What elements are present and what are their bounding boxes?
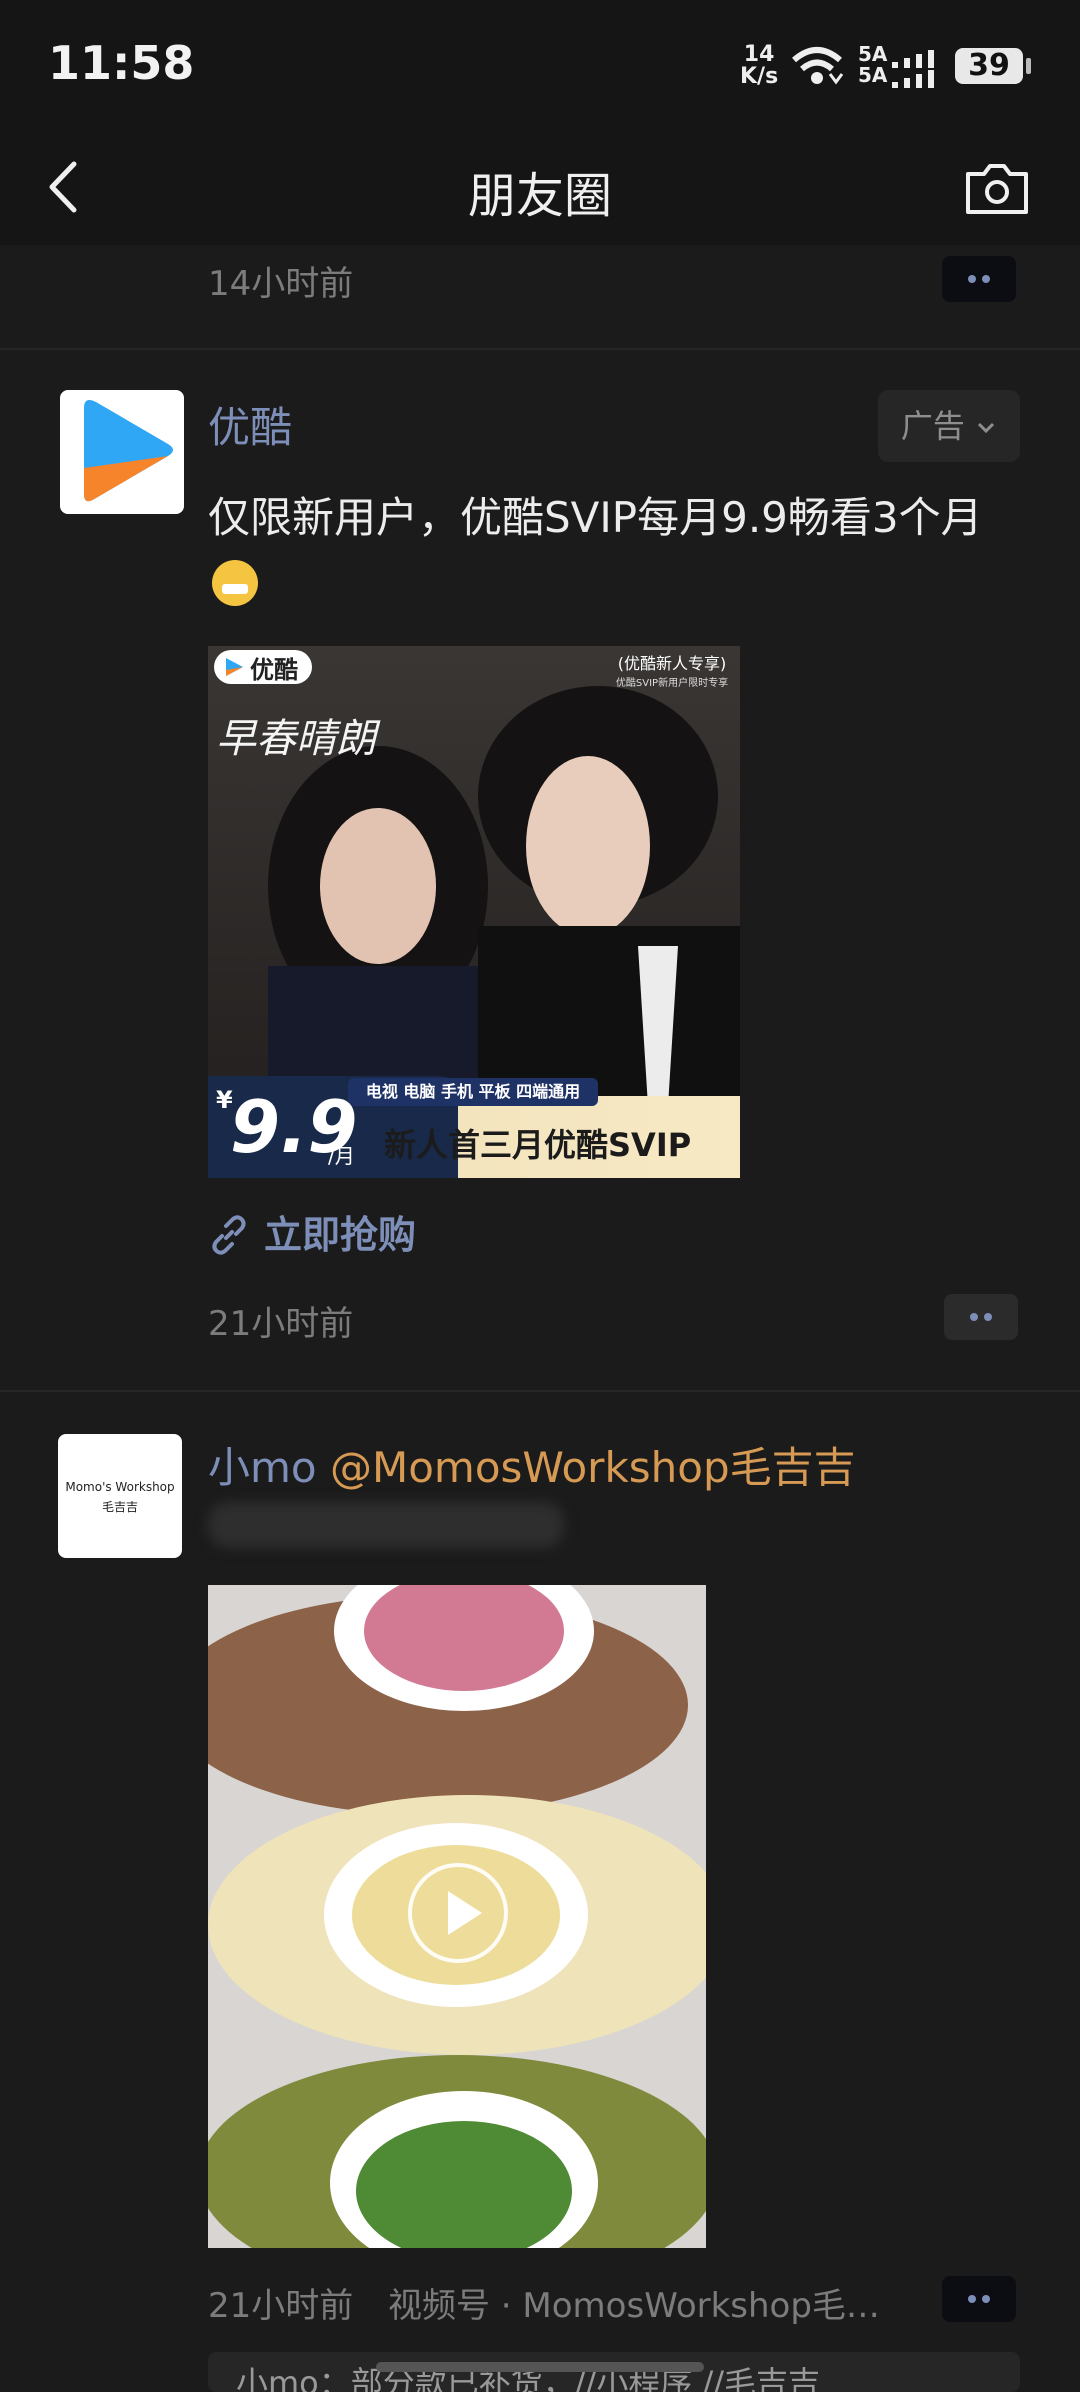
- ad-image-brand: 优酷: [250, 655, 298, 684]
- ad-image-offer: 新人首三月优酷SVIP: [384, 1126, 692, 1164]
- buy-now-label: 立即抢购: [264, 1213, 417, 1257]
- signal-label-1: 5A: [858, 42, 888, 66]
- post-divider: [0, 1390, 1080, 1392]
- ad-image-corner-sub: 优酷SVIP新用户限时专享: [615, 678, 729, 689]
- youku-small-logo-icon: [226, 658, 243, 676]
- video-post-mention[interactable]: @MomosWorkshop毛吉吉: [330, 1443, 856, 1492]
- play-icon[interactable]: [408, 1863, 508, 1963]
- nav-bar: 朋友圈: [0, 130, 1080, 245]
- ad-image-devices: 电视 电脑 手机 平板 四端通用: [365, 1082, 581, 1101]
- ad-image-corner: (优酷新人专享) 优酷SVIP新用户限时专享: [608, 650, 736, 689]
- ad-image-brand-chip: 优酷: [214, 650, 312, 684]
- status-time: 11:58: [48, 36, 195, 90]
- chevron-down-icon: [978, 422, 995, 434]
- ad-post-more-button[interactable]: [944, 1294, 1018, 1340]
- network-speed-value: 14: [743, 42, 775, 67]
- youku-logo-icon: [84, 400, 173, 502]
- camera-icon[interactable]: [962, 152, 1032, 222]
- grinning-emoji-icon: [212, 560, 258, 606]
- post-divider: [0, 348, 1080, 350]
- page-title: 朋友圈: [467, 168, 612, 224]
- battery-level: 39: [955, 48, 1023, 84]
- video-thumbnail[interactable]: [208, 1585, 706, 2248]
- video-post-more-button[interactable]: [942, 2276, 1016, 2322]
- signal-labels: 5A 5A: [858, 44, 887, 86]
- prev-post-more-button[interactable]: [942, 256, 1016, 302]
- ad-post-text: 仅限新用户，优酷SVIP每月9.9畅看3个月: [208, 484, 1008, 620]
- video-post-author-line: 小mo @MomosWorkshop毛吉吉: [208, 1434, 856, 1495]
- avatar-text-2: 毛吉吉: [101, 1500, 138, 1514]
- network-speed-unit: K/s: [740, 64, 779, 89]
- blurred-text: [208, 1502, 564, 1548]
- youku-avatar[interactable]: [60, 390, 184, 514]
- ad-image-show-title: 早春晴朗: [216, 716, 376, 762]
- ad-image[interactable]: 优酷 (优酷新人专享) 优酷SVIP新用户限时专享 早春晴朗 ¥ 9.9 /月 …: [208, 646, 740, 1178]
- status-bar: 11:58 14 K/s 5A 5A 39: [0, 0, 1080, 130]
- ad-label-text: 广告: [900, 407, 965, 445]
- link-icon: [212, 1215, 246, 1255]
- ad-label-button[interactable]: 广告: [878, 390, 1020, 462]
- comment-preview: 小mo：部分款已补货，//小程序 //毛吉吉: [208, 2352, 1020, 2392]
- ad-image-corner-title: (优酷新人专享): [617, 654, 727, 673]
- prev-post-timestamp: 14小时前: [208, 264, 354, 304]
- ad-post-text-content: 仅限新用户，优酷SVIP每月9.9畅看3个月: [208, 493, 983, 542]
- momo-avatar[interactable]: Momo's Workshop 毛吉吉: [58, 1434, 182, 1558]
- ad-post-timestamp: 21小时前: [208, 1304, 354, 1344]
- ad-image-price-unit: /月: [328, 1144, 355, 1168]
- wifi-icon: [792, 47, 844, 85]
- signal-bars-icon: [892, 50, 934, 88]
- signal-label-2: 5A: [858, 63, 888, 87]
- video-post-timestamp: 21小时前: [208, 2286, 354, 2326]
- ad-author-name[interactable]: 优酷: [208, 394, 292, 455]
- network-speed: 14 K/s: [740, 44, 778, 88]
- video-post-author[interactable]: 小mo: [208, 1443, 317, 1492]
- battery-icon: [1026, 58, 1031, 74]
- video-source-link[interactable]: 视频号 · MomosWorkshop毛…: [388, 2278, 898, 2327]
- home-indicator[interactable]: [376, 2362, 704, 2372]
- buy-now-link[interactable]: 立即抢购: [208, 1204, 416, 1259]
- avatar-text-1: Momo's Workshop: [65, 1480, 175, 1494]
